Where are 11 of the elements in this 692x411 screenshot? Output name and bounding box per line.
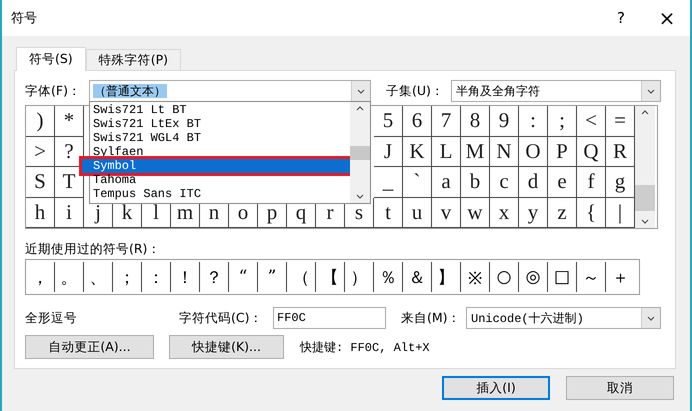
field-label: 字体(F)： — [25, 82, 82, 100]
section-label: 近期使用过的符号(R)： — [25, 241, 160, 258]
field-label: 字符代码(C)： — [179, 310, 264, 326]
field-label: 来自(M)： — [401, 310, 462, 326]
field-label: 子集(U)： — [386, 82, 445, 100]
combo-value: Unicode(十六进制) — [470, 312, 585, 326]
window-title: 符号 — [11, 10, 38, 27]
combo-value: （普通文本） — [93, 84, 167, 98]
character-name: 全形逗号 — [25, 310, 78, 326]
combo-value: 半角及全角字符 — [455, 84, 541, 98]
shortcut-text: 快捷键: FF0C, Alt+X — [300, 340, 430, 356]
